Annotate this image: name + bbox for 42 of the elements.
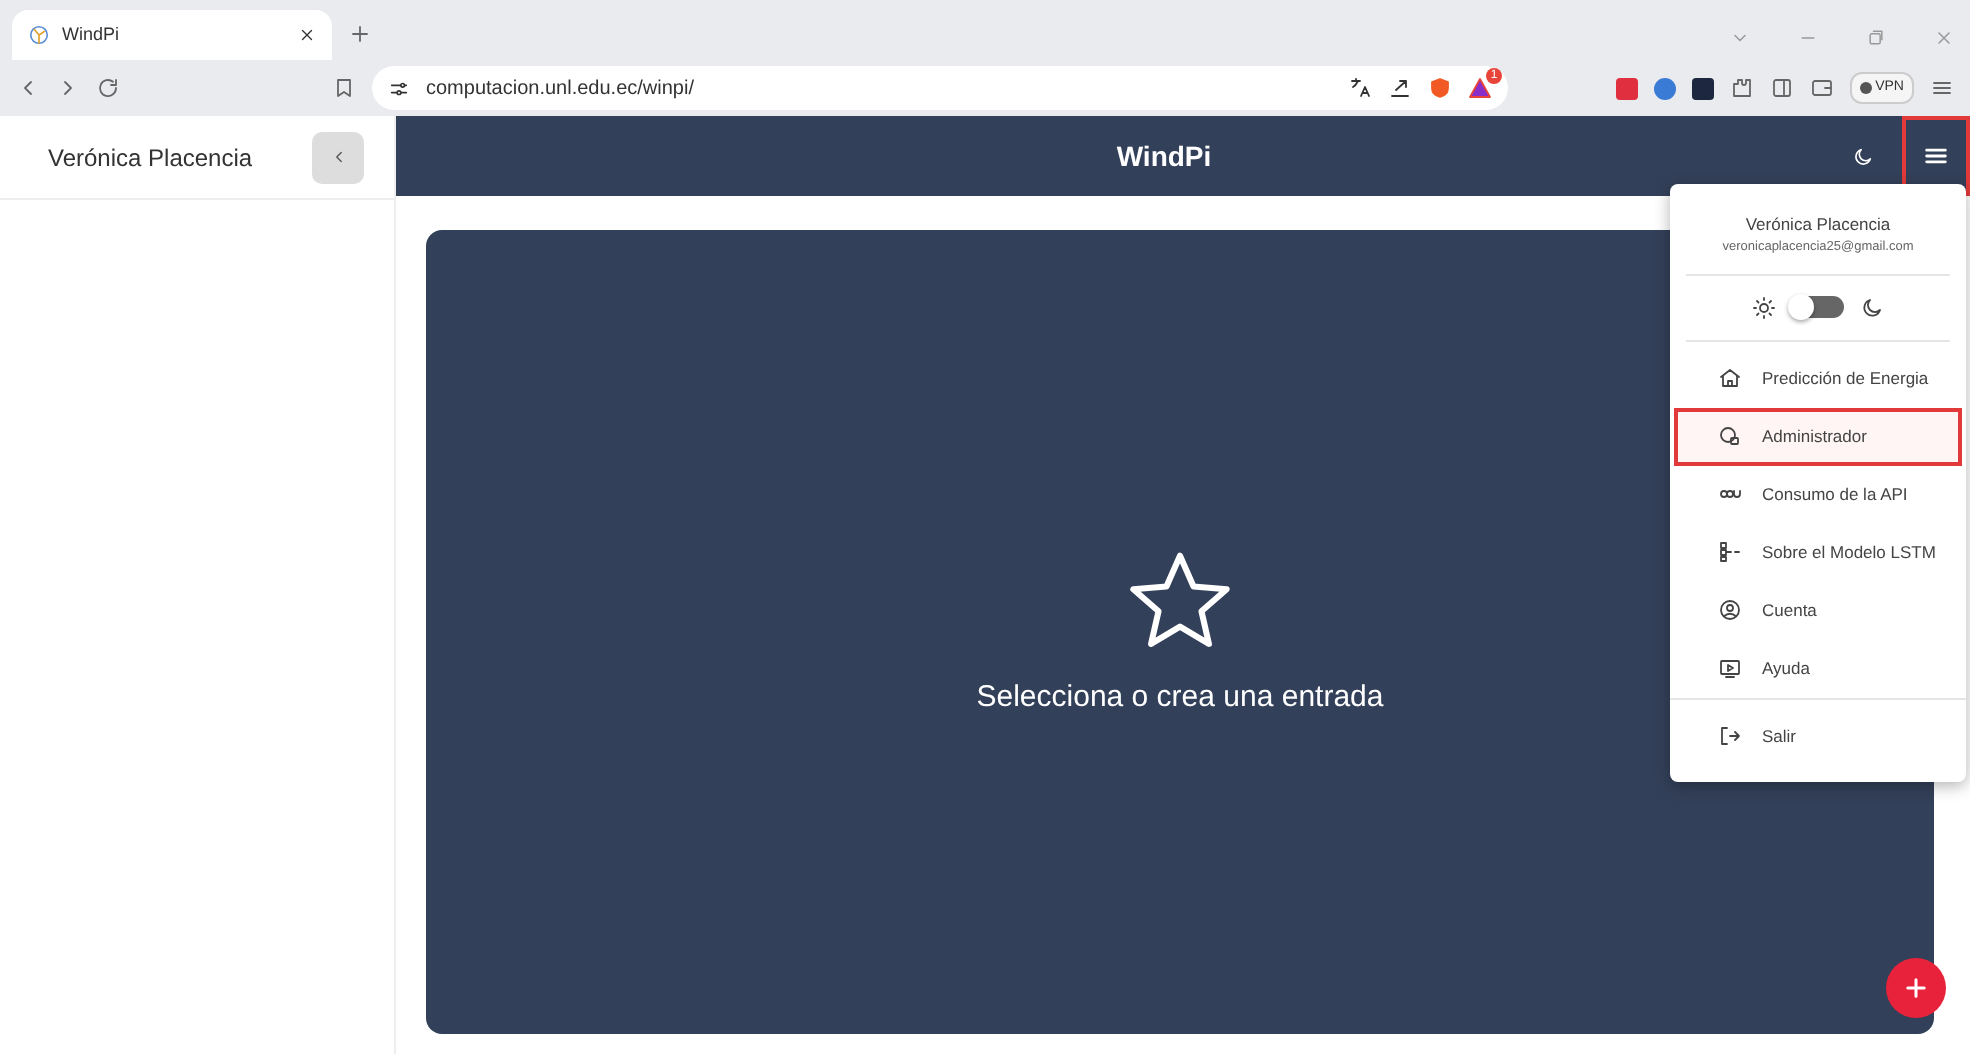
url-text: computacion.unl.edu.ec/winpi/ — [426, 75, 696, 103]
browser-tab[interactable]: WindPi — [12, 10, 332, 60]
theme-toggle-button[interactable] — [1852, 145, 1874, 167]
menu-user-name: Verónica Placencia — [1743, 212, 1893, 238]
moon-icon — [1860, 295, 1884, 319]
admin-icon — [1718, 424, 1742, 448]
menu-item[interactable]: Consumo de la API — [1674, 465, 1962, 523]
plus-icon — [1902, 974, 1930, 1002]
site-settings-icon — [388, 77, 410, 99]
app-title: WindPi — [1114, 137, 1214, 175]
new-tab-icon[interactable] — [348, 22, 372, 46]
empty-state-message: Selecciona o crea una entrada — [976, 677, 1384, 718]
logout-item[interactable]: Salir — [1674, 707, 1962, 765]
menu-button[interactable] — [1906, 120, 1966, 192]
triangle-icon[interactable] — [1468, 76, 1492, 100]
sun-icon — [1752, 295, 1776, 319]
menu-item[interactable]: Sobre el Modelo LSTM — [1674, 523, 1962, 581]
menu-icon[interactable] — [1930, 76, 1954, 100]
close-icon[interactable] — [298, 26, 316, 44]
menu-item[interactable]: Administrador — [1674, 407, 1962, 465]
diagram-icon — [1718, 540, 1742, 564]
account-icon — [1718, 598, 1742, 622]
dark-mode-switch[interactable] — [1792, 296, 1844, 318]
tab-title: WindPi — [62, 21, 122, 48]
wallet-icon[interactable] — [1809, 76, 1834, 100]
shield-icon[interactable] — [1428, 76, 1452, 100]
windmill-icon — [28, 24, 50, 46]
menu-item[interactable]: Predicción de Energia — [1674, 349, 1962, 407]
logout-icon — [1718, 724, 1742, 748]
extension-icon[interactable] — [1691, 77, 1714, 99]
share-icon[interactable] — [1388, 76, 1412, 100]
reload-icon[interactable] — [96, 76, 120, 100]
moon-icon — [1852, 145, 1874, 167]
user-name: Verónica Placencia — [48, 141, 253, 175]
sidebar-icon[interactable] — [1769, 76, 1794, 100]
puzzle-icon[interactable] — [1729, 76, 1754, 100]
translate-icon[interactable] — [1348, 76, 1372, 100]
home-icon — [1718, 366, 1742, 390]
video-icon — [1718, 656, 1742, 680]
menu-item[interactable]: Ayuda — [1674, 639, 1962, 697]
menu-item[interactable]: Cuenta — [1674, 581, 1962, 639]
bookmark-icon[interactable] — [332, 76, 356, 100]
